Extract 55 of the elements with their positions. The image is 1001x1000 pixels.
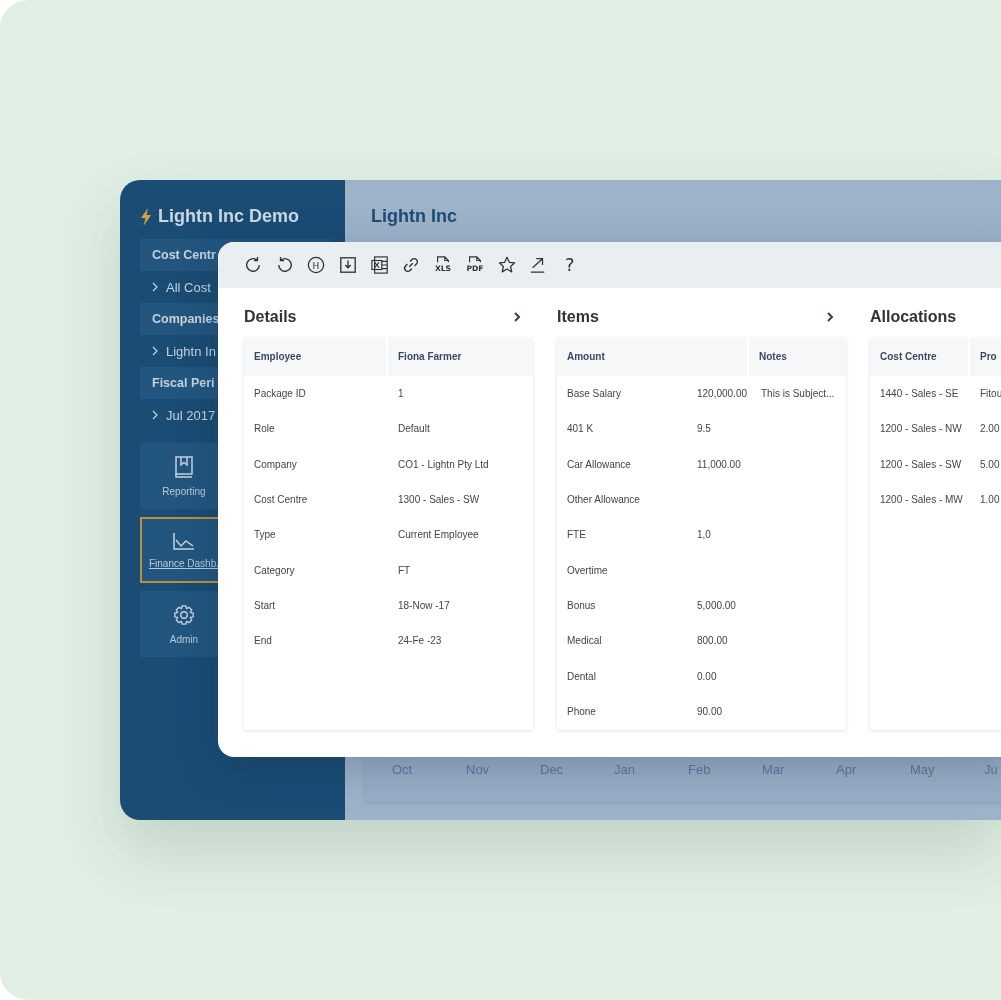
table-cell: 800.00 bbox=[697, 635, 728, 647]
table-cell-text: Overtime bbox=[566, 564, 609, 576]
table-cell-text: Cost Centre bbox=[253, 494, 309, 506]
table-cell: 11,000.00 bbox=[697, 458, 741, 470]
table-cell: 9.5 bbox=[697, 423, 711, 435]
table-cell-text: 24-Fe -23 bbox=[397, 635, 443, 647]
table-cell-text: 2.00 bbox=[979, 423, 1001, 435]
app-title: Lightn Inc Demo bbox=[158, 206, 299, 227]
table-cell: 5,000.00 bbox=[697, 599, 736, 611]
table-cell-text: 5.00 bbox=[979, 458, 1001, 470]
panel-title: Items bbox=[557, 308, 599, 326]
table-cell-text: FTE bbox=[566, 529, 587, 541]
table-cell: 1,0 bbox=[697, 529, 711, 541]
table-cell-text: Medical bbox=[566, 635, 603, 647]
table-cell-text: Bonus bbox=[566, 599, 597, 611]
table-cell-text: 1300 - Sales - SW bbox=[397, 494, 481, 506]
table-cell-text: Start bbox=[253, 599, 277, 611]
table-cell-text: Phone bbox=[566, 705, 597, 717]
page-title: Lightn Inc bbox=[371, 206, 458, 227]
table-cell-text: Type bbox=[253, 529, 277, 541]
table-cell-text: End bbox=[253, 635, 273, 647]
table-cell-text: Car Allowance bbox=[566, 458, 632, 470]
table-cell-text: 1440 - Sales - SE bbox=[879, 388, 960, 400]
column-header: Amount bbox=[557, 338, 749, 376]
column-header: Cost Centre bbox=[870, 338, 970, 376]
table-cell-text: Other Allowance bbox=[566, 494, 641, 506]
table-cell-text: Current Employee bbox=[397, 529, 480, 541]
table-cell-text: 401 K bbox=[566, 423, 595, 435]
table-cell-text: 1200 - Sales - NW bbox=[879, 423, 963, 435]
column-header: Pro bbox=[979, 350, 998, 364]
column-header: Fiona Farmer bbox=[397, 350, 463, 364]
table-cell-text: 1.00 bbox=[979, 494, 1001, 506]
table-cell: 90.00 bbox=[697, 705, 723, 717]
table-cell-text: CO1 - Lightn Pty Ltd bbox=[397, 458, 490, 470]
table-cell-text: 1 bbox=[397, 388, 405, 400]
table-cell-text: Default bbox=[397, 423, 431, 435]
table-cell-text: FT bbox=[397, 564, 412, 576]
table-cell-text: 1200 - Sales - SW bbox=[879, 458, 963, 470]
table-cell: This is Subject... bbox=[761, 388, 835, 400]
table-cell-text: Role bbox=[253, 423, 276, 435]
panel-title: Allocations bbox=[870, 308, 957, 326]
column-header: Notes bbox=[758, 350, 788, 364]
table-cell-text: 18-Now -17 bbox=[397, 599, 451, 611]
table-cell-text: 1200 - Sales - MW bbox=[879, 494, 964, 506]
table-cell-text: Base Salary bbox=[566, 388, 622, 400]
table-cell-text: Dental bbox=[566, 670, 597, 682]
table-cell: 0.00 bbox=[697, 670, 717, 682]
table-cell: 120,000.00 bbox=[697, 388, 748, 400]
table-cell-text: Category bbox=[253, 564, 296, 576]
axis-label: May bbox=[910, 762, 936, 777]
panel-title: Details bbox=[244, 308, 297, 326]
column-header: Employee bbox=[244, 338, 388, 376]
table-cell-text: Fitou bbox=[979, 388, 1001, 400]
table-cell-text: Package ID bbox=[253, 388, 307, 400]
table-cell-text: Company bbox=[253, 458, 298, 470]
